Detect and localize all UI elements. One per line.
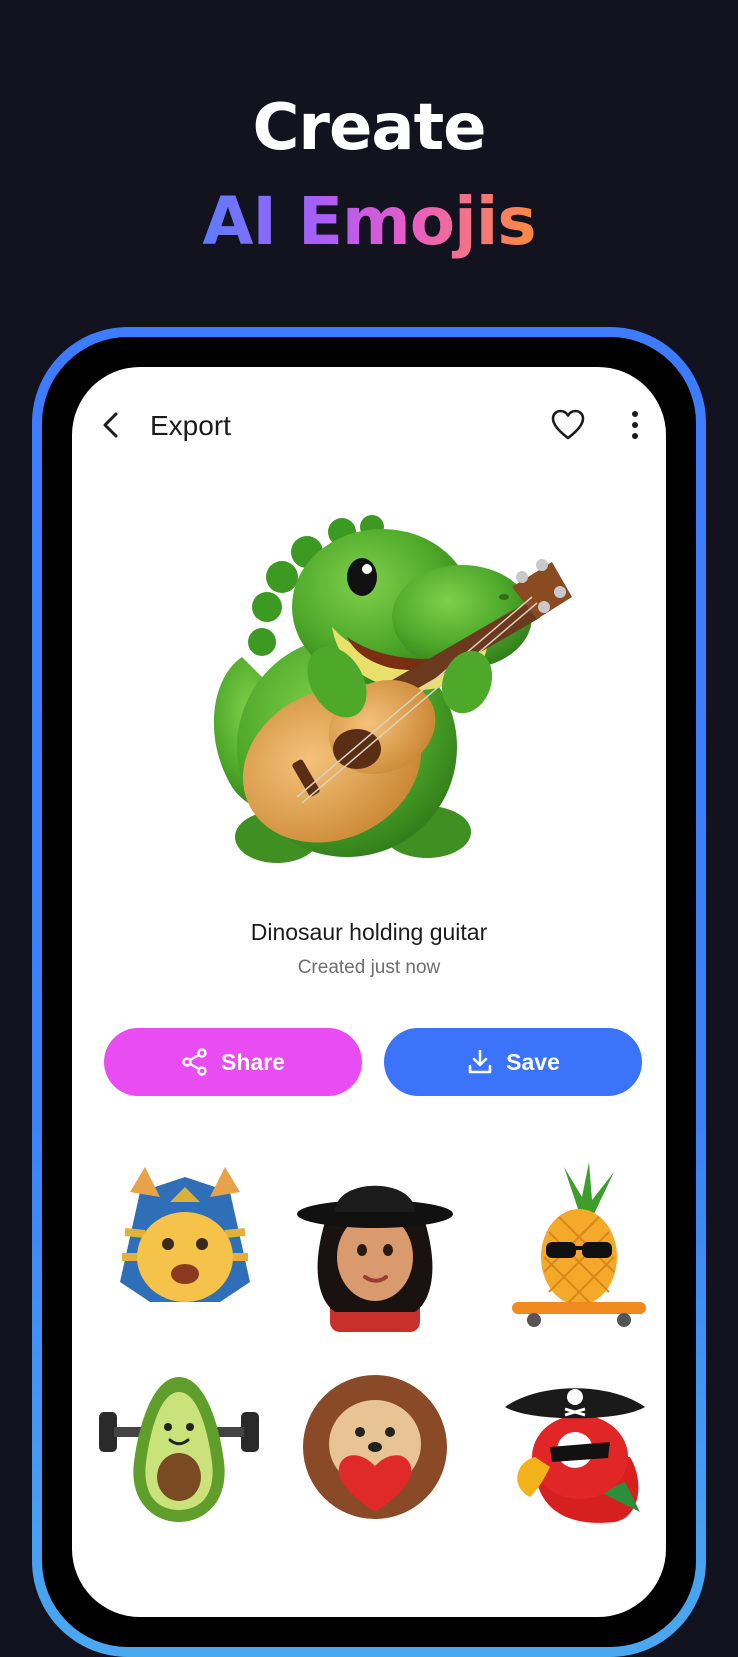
more-options-button[interactable]: [620, 407, 650, 443]
promo-background: Create AI Emojis Export Dinosaur holding…: [0, 0, 738, 1657]
promo-headline-accent: AI Emojis: [0, 182, 738, 262]
top-app-bar: Export: [72, 367, 666, 487]
heart-outline-icon: [551, 409, 585, 440]
more-vertical-icon: [632, 411, 638, 439]
share-button-label: Share: [221, 1048, 285, 1075]
dinosaur-guitar-emoji: [213, 515, 572, 863]
emoji-title: Dinosaur holding guitar: [250, 919, 488, 945]
avocado-dumbbells-emoji[interactable]: [94, 1362, 264, 1532]
hat-singer-emoji[interactable]: [290, 1162, 460, 1332]
phone-frame: Export Dinosaur holding guitar Created j…: [32, 327, 706, 1657]
chevron-left-icon: [103, 412, 118, 438]
pharaoh-cat-emoji[interactable]: [100, 1162, 270, 1332]
save-button[interactable]: Save: [384, 1028, 642, 1096]
hedgehog-heart-emoji[interactable]: [290, 1362, 460, 1532]
sunglasses-pineapple-skateboard-emoji[interactable]: [494, 1162, 664, 1332]
pirate-parrot-emoji[interactable]: [490, 1362, 660, 1532]
back-button[interactable]: [94, 407, 130, 443]
page-title: Export: [150, 410, 231, 441]
promo-headline: Create: [252, 91, 486, 165]
share-icon: [182, 1048, 207, 1076]
share-button[interactable]: Share: [104, 1028, 362, 1096]
phone-bezel: Export Dinosaur holding guitar Created j…: [42, 337, 696, 1647]
favorite-button[interactable]: [550, 407, 586, 443]
save-button-label: Save: [506, 1048, 560, 1075]
emoji-created-time: Created just now: [297, 957, 441, 978]
download-icon: [468, 1049, 492, 1074]
promo-headline-gradient-text: AI Emojis: [202, 183, 536, 260]
app-screen: Export Dinosaur holding guitar Created j…: [72, 367, 666, 1617]
